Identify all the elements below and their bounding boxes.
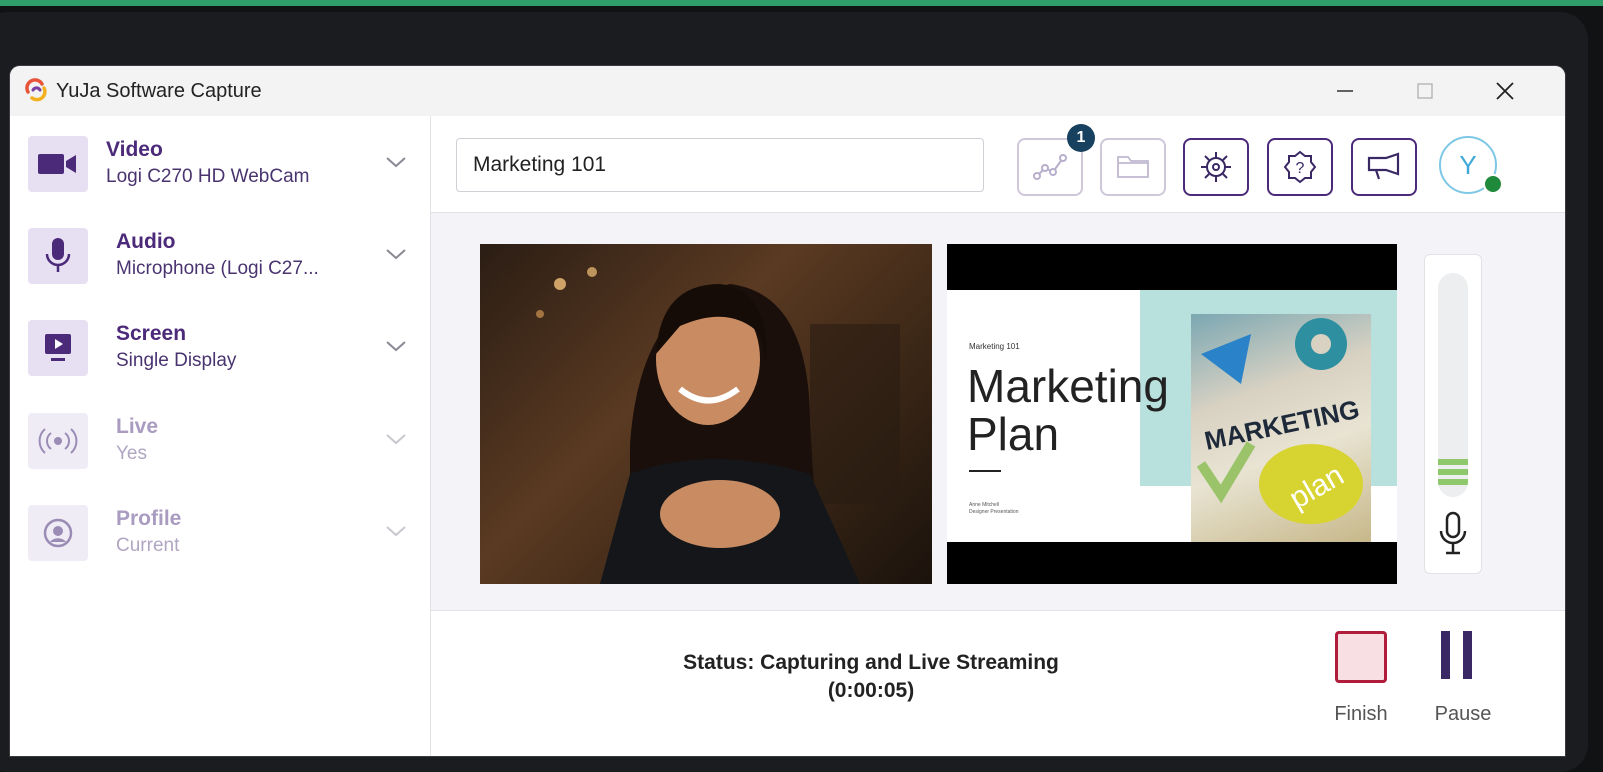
source-sidebar: Video Logi C270 HD WebCam Audio Micropho… — [10, 116, 431, 756]
toolbar: 1 ? — [431, 116, 1565, 213]
source-detail: Microphone (Logi C27... — [116, 258, 319, 279]
status-line: Status: Capturing and Live Streaming — [683, 651, 1059, 674]
slide-headline-line2: Plan — [967, 408, 1060, 460]
recording-title-input[interactable] — [456, 138, 984, 192]
chevron-down-icon[interactable] — [384, 429, 408, 449]
webcam-preview — [480, 244, 932, 584]
screen-preview: MARKETING plan Marketing 101 Marketing P… — [947, 244, 1397, 584]
source-detail: Yes — [116, 443, 147, 464]
gear-icon — [1201, 152, 1231, 182]
settings-button[interactable] — [1183, 138, 1249, 196]
source-name: Screen — [116, 322, 187, 345]
slide-author: Anne Mitchell Designer Presentation — [969, 502, 1018, 516]
profile-icon — [43, 518, 73, 548]
slide-headline: Marketing Plan — [967, 362, 1169, 458]
finish-button[interactable]: Finish — [1325, 631, 1397, 727]
maximize-button[interactable] — [1395, 74, 1455, 108]
webcam-feed-image — [536, 267, 900, 584]
source-profile[interactable]: Profile Current — [10, 485, 430, 573]
slide-divider — [969, 470, 1001, 472]
announcement-button[interactable] — [1351, 138, 1417, 196]
online-status-dot — [1483, 174, 1503, 194]
app-window: YuJa Software Capture Video Logi C270 HD… — [10, 66, 1565, 756]
audio-level-segment — [1438, 479, 1468, 485]
megaphone-icon — [1367, 152, 1400, 180]
pause-label: Pause — [1434, 703, 1492, 725]
source-name: Video — [106, 138, 163, 161]
chevron-down-icon[interactable] — [384, 152, 408, 172]
source-video[interactable]: Video Logi C270 HD WebCam — [10, 116, 430, 204]
close-button[interactable] — [1475, 74, 1535, 108]
source-live[interactable]: Live Yes — [10, 393, 430, 481]
microphone-icon — [1439, 511, 1467, 555]
maximize-icon — [1417, 83, 1433, 99]
finish-label: Finish — [1334, 703, 1388, 725]
chevron-down-icon[interactable] — [384, 336, 408, 356]
video-icon-box — [28, 136, 88, 192]
status-bar: Status: Capturing and Live Streaming (0:… — [431, 610, 1565, 756]
live-icon-box — [28, 413, 88, 469]
minimize-button[interactable] — [1315, 74, 1375, 108]
title-bar: YuJa Software Capture — [10, 66, 1565, 116]
minimize-icon — [1337, 90, 1353, 92]
chevron-down-icon[interactable] — [384, 244, 408, 264]
close-icon — [1496, 82, 1514, 100]
profile-icon-box — [28, 505, 88, 561]
help-button[interactable]: ? — [1267, 138, 1333, 196]
pause-button[interactable]: Pause — [1427, 631, 1499, 727]
live-broadcast-icon — [38, 428, 78, 454]
analytics-graph-icon — [1033, 154, 1067, 180]
main-panel: 1 ? — [431, 116, 1565, 756]
elapsed-time: (0:00:05) — [827, 679, 915, 702]
help-question-icon: ? — [1283, 150, 1317, 184]
source-screen[interactable]: Screen Single Display — [10, 300, 430, 388]
slide-author-role: Designer Presentation — [969, 509, 1019, 515]
desktop-accent-strip — [0, 0, 1603, 6]
audio-level-segment — [1438, 459, 1468, 465]
folder-button[interactable] — [1100, 138, 1166, 196]
microphone-icon — [45, 238, 71, 272]
audio-level-track — [1438, 273, 1468, 497]
svg-text:?: ? — [1296, 160, 1305, 177]
capture-status: Status: Capturing and Live Streaming (0:… — [611, 649, 1131, 705]
pause-bar-right — [1463, 631, 1472, 679]
source-name: Live — [116, 415, 159, 438]
svg-text:MARKETING: MARKETING — [1202, 394, 1362, 456]
pause-bar-left — [1441, 631, 1450, 679]
video-camera-icon — [38, 154, 76, 174]
slide-headline-line1: Marketing — [967, 360, 1169, 412]
chevron-down-icon[interactable] — [384, 521, 408, 541]
slide-small-title: Marketing 101 — [969, 342, 1020, 351]
screen-icon-box — [28, 320, 88, 376]
slide-photo: MARKETING plan — [1191, 314, 1371, 542]
source-name: Audio — [116, 230, 176, 253]
screen-share-icon — [45, 334, 71, 361]
yuja-logo-icon — [25, 78, 47, 102]
audio-level-segment — [1438, 469, 1468, 475]
folder-icon — [1117, 156, 1149, 178]
audio-level-meter — [1424, 254, 1482, 574]
audio-icon-box — [28, 228, 88, 284]
stop-square-icon — [1335, 631, 1387, 683]
slide-author-name: Anne Mitchell — [969, 502, 1000, 508]
source-detail: Single Display — [116, 350, 237, 371]
notification-badge: 1 — [1067, 124, 1095, 152]
source-name: Profile — [116, 507, 182, 530]
window-title: YuJa Software Capture — [56, 80, 262, 102]
marketing-plan-photo: MARKETING plan — [1196, 318, 1363, 524]
source-detail: Logi C270 HD WebCam — [106, 166, 310, 187]
source-detail: Current — [116, 535, 180, 556]
presentation-slide: MARKETING plan Marketing 101 Marketing P… — [947, 290, 1397, 542]
source-audio[interactable]: Audio Microphone (Logi C27... — [10, 208, 430, 296]
